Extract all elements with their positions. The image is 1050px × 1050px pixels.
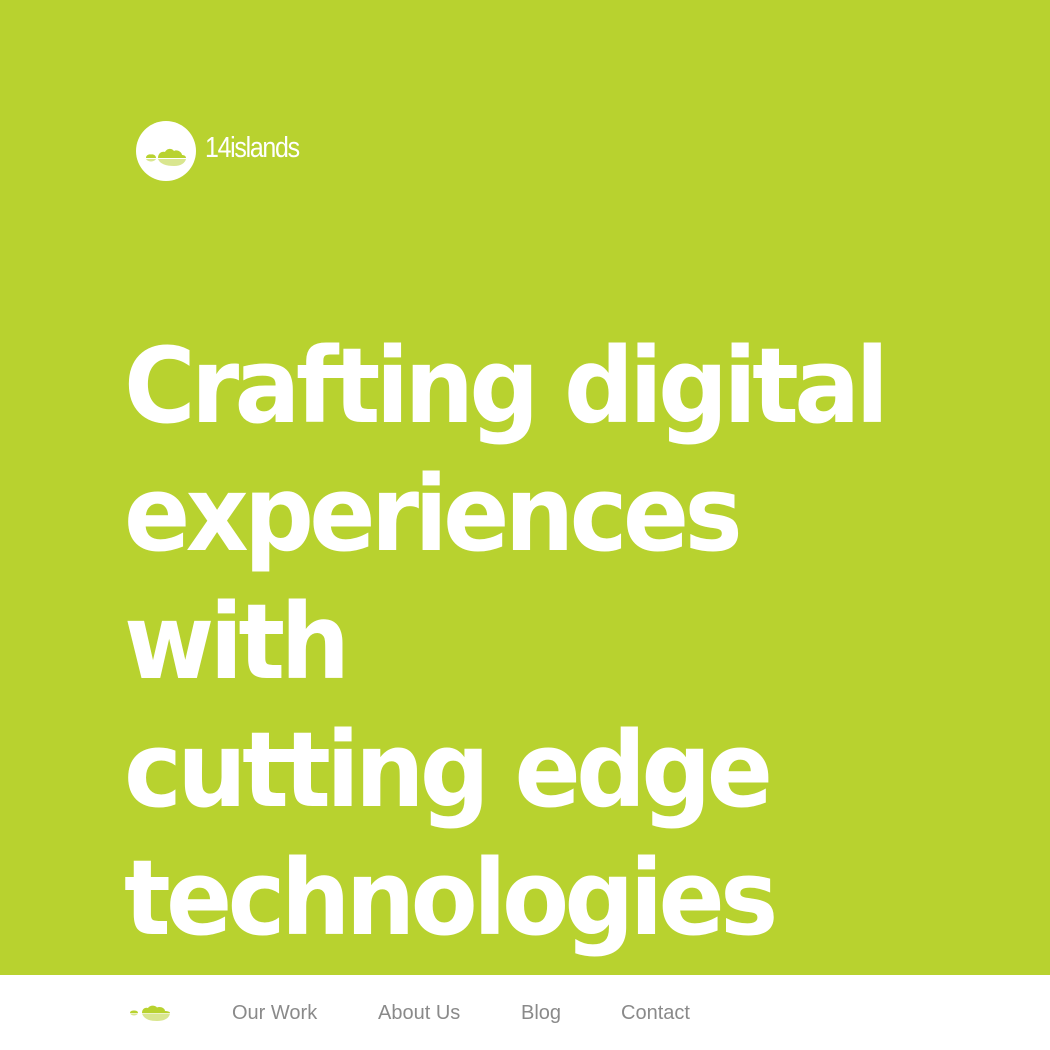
hero-section: 14islands Crafting digital experiences w… bbox=[0, 0, 1050, 975]
islands-small-logo-icon[interactable] bbox=[128, 1001, 174, 1025]
bottom-nav: Our Work About Us Blog Contact bbox=[0, 975, 1050, 1050]
logo-wordmark: 14islands bbox=[205, 131, 300, 164]
nav-contact[interactable]: Contact bbox=[621, 1001, 690, 1025]
hero-headline: Crafting digital experiences with cuttin… bbox=[124, 322, 932, 962]
headline-line-2: experiences with bbox=[124, 453, 743, 703]
islands-logo-icon bbox=[136, 121, 196, 181]
islands-logo-svg bbox=[146, 148, 186, 166]
nav-logo-svg bbox=[130, 1005, 170, 1021]
headline-line-1: Crafting digital bbox=[124, 325, 889, 447]
home-logo-link[interactable]: 14islands bbox=[136, 120, 314, 182]
headline-line-4: technologies bbox=[124, 837, 778, 959]
nav-about-us[interactable]: About Us bbox=[378, 1001, 460, 1025]
nav-blog[interactable]: Blog bbox=[521, 1001, 561, 1025]
nav-our-work[interactable]: Our Work bbox=[232, 1001, 317, 1025]
headline-line-3: cutting edge bbox=[124, 709, 773, 831]
